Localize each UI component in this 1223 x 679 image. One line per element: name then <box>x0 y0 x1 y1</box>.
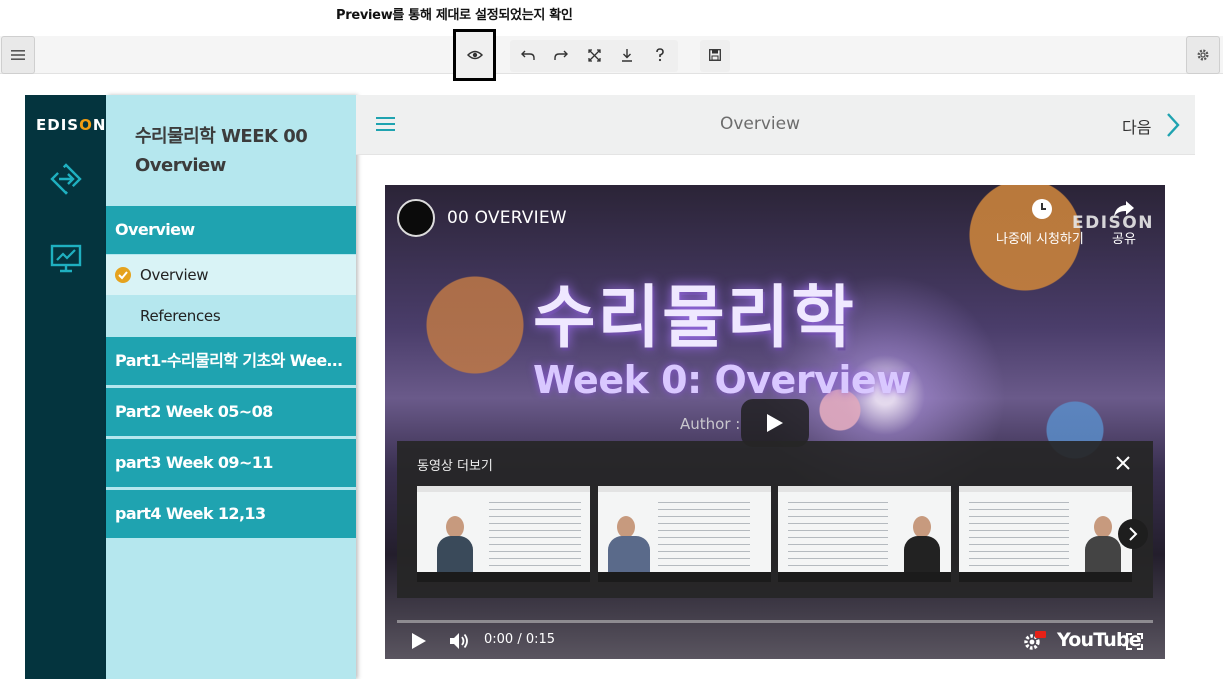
course-title: 수리물리학 WEEK 00 Overview <box>135 126 308 176</box>
watch-later-button[interactable] <box>1031 198 1053 220</box>
hamburger-icon <box>376 116 395 132</box>
video-thumbnail[interactable] <box>417 486 590 582</box>
edison-logo: EDISON <box>36 116 107 134</box>
close-button[interactable] <box>1113 453 1133 473</box>
eye-icon <box>466 50 483 60</box>
fullscreen-button[interactable] <box>578 39 610 71</box>
gear-icon <box>1196 48 1210 62</box>
toc-section-part4[interactable]: part4 Week 12,13 <box>106 490 356 538</box>
preview-button[interactable] <box>453 29 496 81</box>
expand-icon <box>587 48 601 62</box>
fullscreen-video-button[interactable] <box>1126 633 1143 650</box>
video-thumbnail[interactable] <box>598 486 771 582</box>
toc-section-part1[interactable]: Part1-수리물리학 기초와 Week 01~04 <box>106 337 356 385</box>
time-display: 0:00 / 0:15 <box>484 632 556 647</box>
content-title: Overview <box>719 114 801 134</box>
redo-button[interactable] <box>545 39 577 71</box>
instruction-annotation: Preview를 통해 제대로 설정되었는지 확인 <box>336 8 573 23</box>
redo-icon <box>554 49 568 61</box>
save-icon <box>709 49 721 61</box>
download-icon <box>621 48 633 62</box>
next-label[interactable]: 다음 <box>1122 114 1151 138</box>
play-icon <box>766 413 784 433</box>
volume-icon <box>449 631 471 651</box>
chevron-right-icon <box>1128 527 1138 541</box>
table-of-contents <box>106 95 356 679</box>
toc-section-overview[interactable]: Overview <box>106 206 356 254</box>
progress-bar[interactable] <box>397 620 1153 623</box>
clock-icon <box>1031 198 1053 220</box>
video-headline: 수리물리학 <box>533 279 856 358</box>
presentation-icon[interactable] <box>48 240 84 276</box>
video-thumbnail[interactable] <box>778 486 951 582</box>
share-label[interactable]: 공유 <box>1112 228 1136 247</box>
save-button[interactable] <box>699 39 731 71</box>
play-icon <box>411 632 427 650</box>
more-videos-next-button[interactable] <box>1118 519 1148 549</box>
next-button[interactable] <box>1165 112 1181 138</box>
settings-hd-button[interactable] <box>1022 630 1046 652</box>
close-icon <box>1113 453 1133 473</box>
video-thumbnail[interactable] <box>959 486 1132 582</box>
help-icon <box>655 48 665 62</box>
menu-icon <box>11 49 25 61</box>
fullscreen-icon <box>1126 633 1143 650</box>
play-button[interactable] <box>411 632 427 650</box>
help-button[interactable] <box>644 39 676 71</box>
undo-button[interactable] <box>512 39 544 71</box>
watch-later-label[interactable]: 나중에 시청하기 <box>996 228 1084 247</box>
gear-icon <box>1022 630 1046 652</box>
toc-section-part2[interactable]: Part2 Week 05~08 <box>106 388 356 436</box>
chevron-right-icon <box>1165 112 1181 138</box>
video-subheadline: Week 0: Overview <box>533 358 911 402</box>
exit-icon[interactable] <box>48 161 84 197</box>
channel-logo[interactable] <box>397 199 435 237</box>
video-title[interactable]: 00 OVERVIEW <box>447 208 567 228</box>
toc-section-part3[interactable]: part3 Week 09~11 <box>106 439 356 487</box>
volume-button[interactable] <box>449 631 471 651</box>
toc-item-references[interactable]: References <box>106 296 356 336</box>
check-circle-icon <box>115 267 131 283</box>
toc-item-overview[interactable]: Overview <box>106 255 356 295</box>
undo-icon <box>521 49 535 61</box>
download-button[interactable] <box>611 39 643 71</box>
menu-button[interactable] <box>1 36 35 74</box>
toc-toggle-button[interactable] <box>376 116 395 132</box>
video-author: Author : <box>680 415 741 433</box>
settings-button[interactable] <box>1186 36 1220 74</box>
more-videos-title: 동영상 더보기 <box>417 459 493 474</box>
play-overlay-button[interactable] <box>741 399 809 447</box>
